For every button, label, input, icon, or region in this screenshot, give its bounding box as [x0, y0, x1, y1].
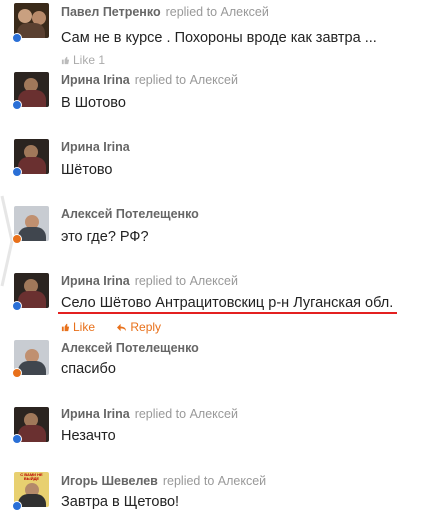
online-status-dot: [12, 434, 22, 444]
thumbs-up-icon: [61, 56, 70, 65]
replied-to-label[interactable]: replied to Алексей: [166, 5, 269, 19]
reply-button[interactable]: Reply: [116, 320, 161, 334]
online-status-dot: [12, 301, 22, 311]
reply-label: Reply: [130, 320, 162, 334]
comment-text: В Шотово: [61, 95, 126, 111]
replied-to-label[interactable]: replied to Алексей: [135, 407, 238, 421]
comment-text: Завтра в Щетово!: [61, 494, 180, 510]
online-status-dot: [12, 234, 22, 244]
comment-author[interactable]: Павел Петренко: [61, 5, 161, 19]
thumbs-up-icon: [61, 323, 70, 332]
comment-text: Незачто: [61, 428, 116, 444]
comment-text: Шётово: [61, 162, 113, 178]
comment-text: Село Шётово Антрацитовскиц р-н Луганская…: [61, 295, 394, 311]
highlight-underline: [58, 312, 397, 314]
comment-author[interactable]: Ирина Irina: [61, 73, 130, 87]
replied-to-label[interactable]: replied to Алексей: [135, 274, 238, 288]
online-status-dot: [12, 501, 22, 511]
comment-author[interactable]: Алексей Потелещенко: [61, 341, 199, 355]
comment-text: спасибо: [61, 361, 116, 377]
comment-author[interactable]: Игорь Шевелев: [61, 474, 158, 488]
comment-author[interactable]: Ирина Irina: [61, 274, 130, 288]
replied-to-label[interactable]: replied to Алексей: [163, 474, 266, 488]
comment-author[interactable]: Ирина Irina: [61, 140, 130, 154]
online-status-dot: [12, 33, 22, 43]
like-button[interactable]: Like 1: [61, 53, 105, 67]
comment-text: Сам не в курсе . Похороны вроде как завт…: [61, 30, 377, 46]
replied-to-label[interactable]: replied to Алексей: [135, 73, 238, 87]
like-label: Like: [73, 320, 96, 334]
reply-arrow-icon: [117, 323, 127, 332]
avatar-caption: С ВАМИ НЕ ВЫЙДЕ: [20, 472, 43, 481]
comment-text: это где? РФ?: [61, 229, 149, 245]
online-status-dot: [12, 100, 22, 110]
like-button[interactable]: Like: [61, 320, 98, 334]
comment-author[interactable]: Ирина Irina: [61, 407, 130, 421]
like-label: Like 1: [73, 53, 106, 67]
comment-author[interactable]: Алексей Потелещенко: [61, 207, 199, 221]
online-status-dot: [12, 167, 22, 177]
online-status-dot: [12, 368, 22, 378]
